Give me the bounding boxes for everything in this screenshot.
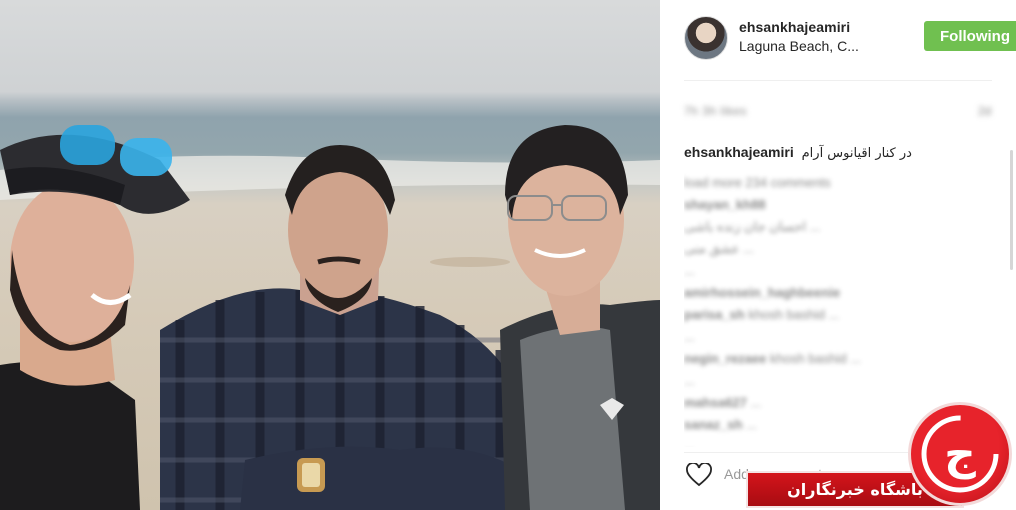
- comment-text: ...: [746, 417, 758, 432]
- watermark-glyph-icon: ج: [921, 415, 999, 493]
- comment-text: khosh bashid ...: [770, 351, 862, 366]
- comment-text: ...: [684, 329, 695, 344]
- comment-row: load more 234 comments: [684, 172, 994, 194]
- comment-username[interactable]: sanaz_sh: [684, 417, 743, 432]
- comment-username[interactable]: mahsa627: [684, 395, 747, 410]
- post-location[interactable]: Laguna Beach, C...: [739, 38, 859, 54]
- post-timestamp: 7h 3h likes: [684, 104, 747, 118]
- avatar[interactable]: [684, 16, 728, 60]
- comment-username[interactable]: amirhossein_haghbeenie: [684, 285, 840, 300]
- caption-text: در کنار اقیانوس آرام: [801, 146, 912, 161]
- comment-username[interactable]: parisa_sh: [684, 307, 745, 322]
- heart-icon[interactable]: [686, 463, 712, 487]
- comment-row: ...: [684, 326, 994, 348]
- post-time-ago: 2d: [978, 104, 992, 118]
- comment-row: ...: [684, 370, 994, 392]
- post-photo[interactable]: [0, 0, 660, 510]
- comment-username[interactable]: negin_rezaee: [684, 351, 766, 366]
- comment-text: ...: [684, 439, 695, 447]
- comment-row: احسان جان زنده باشی ...: [684, 216, 994, 238]
- comment-username[interactable]: shayan_kh88: [684, 197, 766, 212]
- header-divider: [684, 80, 992, 81]
- following-button[interactable]: Following: [924, 21, 1016, 51]
- watermark-logo: ج: [908, 402, 1012, 506]
- comment-row: عشق منی ...: [684, 238, 994, 260]
- post-caption: ehsankhajeamiri در کنار اقیانوس آرام: [684, 144, 992, 161]
- comments-scrollbar[interactable]: [1010, 150, 1013, 270]
- comment-text: احسان جان زنده باشی ...: [684, 219, 821, 234]
- comment-row: shayan_kh88: [684, 194, 994, 216]
- svg-text:ج: ج: [944, 429, 976, 480]
- comment-row: amirhossein_haghbeenie: [684, 282, 994, 304]
- comment-row: negin_rezaee khosh bashid ...: [684, 348, 994, 370]
- post-header: ehsankhajeamiri Laguna Beach, C... Follo…: [684, 16, 1016, 62]
- post-username[interactable]: ehsankhajeamiri: [739, 19, 850, 35]
- comment-row: ...: [684, 260, 994, 282]
- comment-text: khosh bashid ...: [748, 307, 840, 322]
- comment-text: ...: [684, 263, 695, 278]
- comment-text: عشق منی ...: [684, 241, 754, 256]
- beach-selfie-image: [0, 125, 660, 510]
- comment-text: load more 234 comments: [684, 175, 831, 190]
- comment-row: parisa_sh khosh bashid ...: [684, 304, 994, 326]
- caption-username[interactable]: ehsankhajeamiri: [684, 144, 794, 160]
- comment-text: ...: [684, 373, 695, 388]
- comment-text: ...: [750, 395, 762, 410]
